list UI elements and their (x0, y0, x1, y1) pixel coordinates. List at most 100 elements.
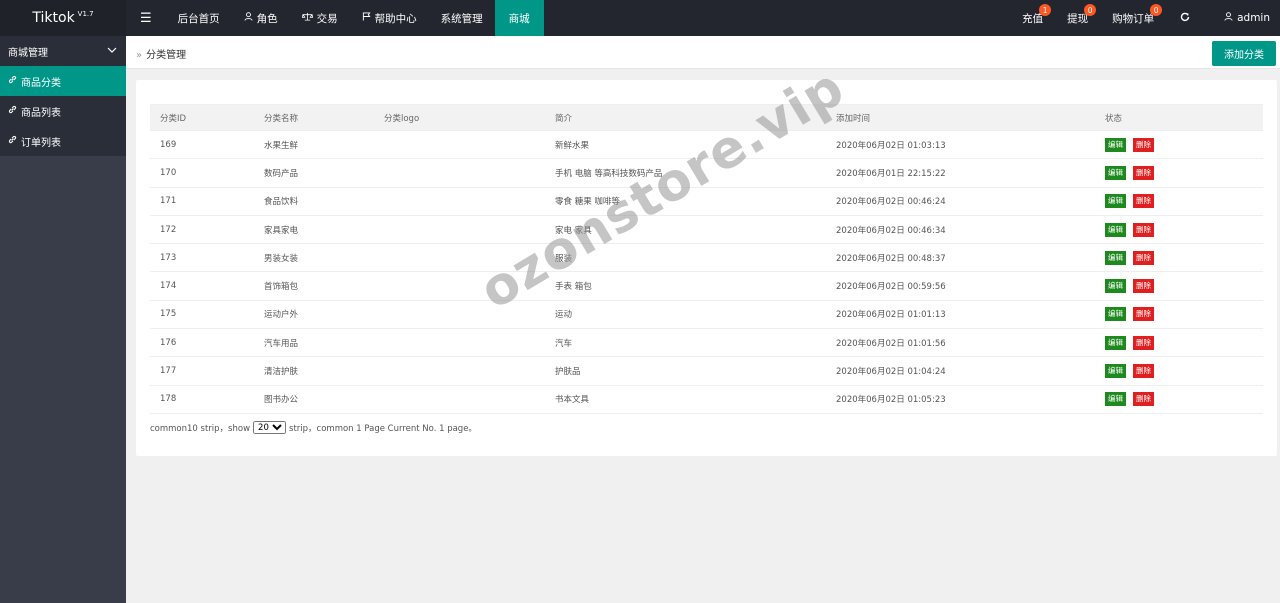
cell-name: 清洁护肤 (254, 356, 374, 386)
nav-item-system[interactable]: 系统管理 (429, 0, 495, 36)
cell-name: 首饰箱包 (254, 271, 374, 301)
edit-button[interactable]: 编辑 (1105, 392, 1126, 407)
chevron-down-icon (107, 46, 117, 57)
col-logo-header: 分类logo (374, 104, 545, 131)
sidebar-item-products[interactable]: 商品列表 (0, 96, 126, 126)
table-row: 171 食品饮料 零食 糖果 咖啡等 2020年06月02日 00:46:24 编辑 删除 (150, 187, 1263, 216)
edit-button[interactable]: 编辑 (1105, 364, 1126, 379)
cell-desc: 手表 箱包 (545, 271, 826, 301)
cell-desc: 新鲜水果 (545, 130, 826, 160)
recharge-badge: 1 (1039, 4, 1052, 16)
cell-logo (374, 271, 545, 301)
cell-desc: 家电 家具 (545, 215, 826, 245)
delete-button[interactable]: 删除 (1133, 335, 1154, 350)
top-bar: Tiktok V1.7 ☰ 后台首页 角色 交易 帮助中心 系统管理 商城 充值 1… (0, 0, 1280, 36)
cell-time: 2020年06月02日 01:03:13 (826, 130, 1095, 160)
col-status-header: 状态 (1095, 104, 1263, 131)
edit-button[interactable]: 编辑 (1105, 194, 1126, 209)
recharge-link[interactable]: 充值 1 (1010, 0, 1055, 36)
edit-button[interactable]: 编辑 (1105, 222, 1126, 237)
table-row: 176 汽车用品 汽车 2020年06月02日 01:01:56 编辑 删除 (150, 328, 1263, 358)
cell-id: 176 (150, 328, 254, 358)
delete-button[interactable]: 删除 (1133, 364, 1154, 379)
edit-button[interactable]: 编辑 (1105, 279, 1126, 294)
cell-actions: 编辑 删除 (1095, 215, 1263, 245)
orders-link[interactable]: 购物订单 0 (1100, 0, 1166, 36)
table-header-row: 分类ID 分类名称 分类logo 简介 添加时间 状态 (150, 104, 1263, 131)
edit-button[interactable]: 编辑 (1105, 335, 1126, 350)
cell-name: 数码产品 (254, 158, 374, 188)
edit-button[interactable]: 编辑 (1105, 165, 1126, 180)
add-category-button[interactable]: 添加分类 (1212, 41, 1276, 66)
cell-id: 175 (150, 300, 254, 330)
edit-button[interactable]: 编辑 (1105, 137, 1126, 152)
delete-button[interactable]: 删除 (1133, 194, 1154, 209)
delete-button[interactable]: 删除 (1133, 307, 1154, 322)
user-menu[interactable]: admin (1204, 0, 1280, 36)
nav-item-home[interactable]: 后台首页 (166, 0, 232, 36)
right-nav: 充值 1 提现 0 购物订单 0 admin (1010, 0, 1280, 36)
delete-button[interactable]: 删除 (1133, 392, 1154, 407)
cell-time: 2020年06月02日 00:59:56 (826, 271, 1095, 301)
nav-item-help[interactable]: 帮助中心 (350, 0, 429, 36)
link-icon (8, 135, 17, 147)
cell-actions: 编辑 删除 (1095, 300, 1263, 330)
refresh-button[interactable] (1166, 0, 1204, 36)
cell-name: 图书办公 (254, 385, 374, 414)
cell-name: 运动户外 (254, 300, 374, 330)
table-row: 177 清洁护肤 护肤品 2020年06月02日 01:04:24 编辑 删除 (150, 356, 1263, 386)
cell-name: 男装女装 (254, 243, 374, 273)
cell-id: 173 (150, 243, 254, 273)
edit-button[interactable]: 编辑 (1105, 307, 1126, 322)
col-desc-header: 简介 (545, 104, 826, 131)
cell-actions: 编辑 删除 (1095, 130, 1263, 160)
col-name-header: 分类名称 (254, 104, 374, 131)
delete-button[interactable]: 删除 (1133, 222, 1154, 237)
withdraw-link[interactable]: 提现 0 (1055, 0, 1100, 36)
cell-desc: 服装 (545, 243, 826, 273)
cell-id: 174 (150, 271, 254, 301)
cell-actions: 编辑 删除 (1095, 187, 1263, 216)
cell-logo (374, 130, 545, 160)
table-row: 175 运动户外 运动 2020年06月02日 01:01:13 编辑 删除 (150, 300, 1263, 330)
pagination: common10 strip，show 20 strip，common 1 Pa… (150, 421, 477, 434)
cell-name: 食品饮料 (254, 187, 374, 216)
cell-actions: 编辑 删除 (1095, 158, 1263, 188)
delete-button[interactable]: 删除 (1133, 279, 1154, 294)
page-size-select[interactable]: 20 (253, 421, 287, 434)
sidebar-item-categories[interactable]: 商品分类 (0, 66, 126, 96)
app-name: Tiktok (32, 10, 75, 26)
app-logo[interactable]: Tiktok V1.7 (0, 0, 126, 36)
cell-time: 2020年06月02日 01:01:13 (826, 300, 1095, 330)
delete-button[interactable]: 删除 (1133, 137, 1154, 152)
delete-button[interactable]: 删除 (1133, 165, 1154, 180)
cell-time: 2020年06月02日 00:46:34 (826, 215, 1095, 245)
sidebar-item-orders[interactable]: 订单列表 (0, 126, 126, 156)
sidebar-group-mall[interactable]: 商城管理 (0, 36, 126, 66)
link-icon (8, 105, 17, 117)
breadcrumb: » 分类管理 (136, 46, 186, 61)
menu-toggle-button[interactable]: ☰ (126, 0, 166, 36)
cell-desc: 书本文具 (545, 385, 826, 414)
cell-time: 2020年06月01日 22:15:22 (826, 158, 1095, 188)
nav-item-role[interactable]: 角色 (232, 0, 290, 36)
table-row: 172 家具家电 家电 家具 2020年06月02日 00:46:34 编辑 删除 (150, 215, 1263, 245)
cell-time: 2020年06月02日 00:48:37 (826, 243, 1095, 273)
table-body: 169 水果生鲜 新鲜水果 2020年06月02日 01:03:13 编辑 删除 170 数码… (150, 130, 1263, 414)
nav-item-trade[interactable]: 交易 (290, 0, 350, 36)
col-id-header: 分类ID (150, 104, 254, 131)
cell-id: 177 (150, 356, 254, 386)
cell-name: 家具家电 (254, 215, 374, 245)
cell-actions: 编辑 删除 (1095, 271, 1263, 301)
nav-item-mall[interactable]: 商城 (494, 0, 544, 36)
cell-desc: 运动 (545, 300, 826, 330)
cell-time: 2020年06月02日 01:05:23 (826, 385, 1095, 414)
cell-logo (374, 158, 545, 188)
edit-button[interactable]: 编辑 (1105, 250, 1126, 265)
link-icon (8, 75, 17, 87)
cell-id: 178 (150, 385, 254, 414)
orders-badge: 0 (1150, 4, 1163, 16)
delete-button[interactable]: 删除 (1133, 250, 1154, 265)
user-name: admin (1237, 12, 1270, 24)
sidebar: 商城管理 商品分类 商品列表 订单列表 (0, 36, 126, 603)
